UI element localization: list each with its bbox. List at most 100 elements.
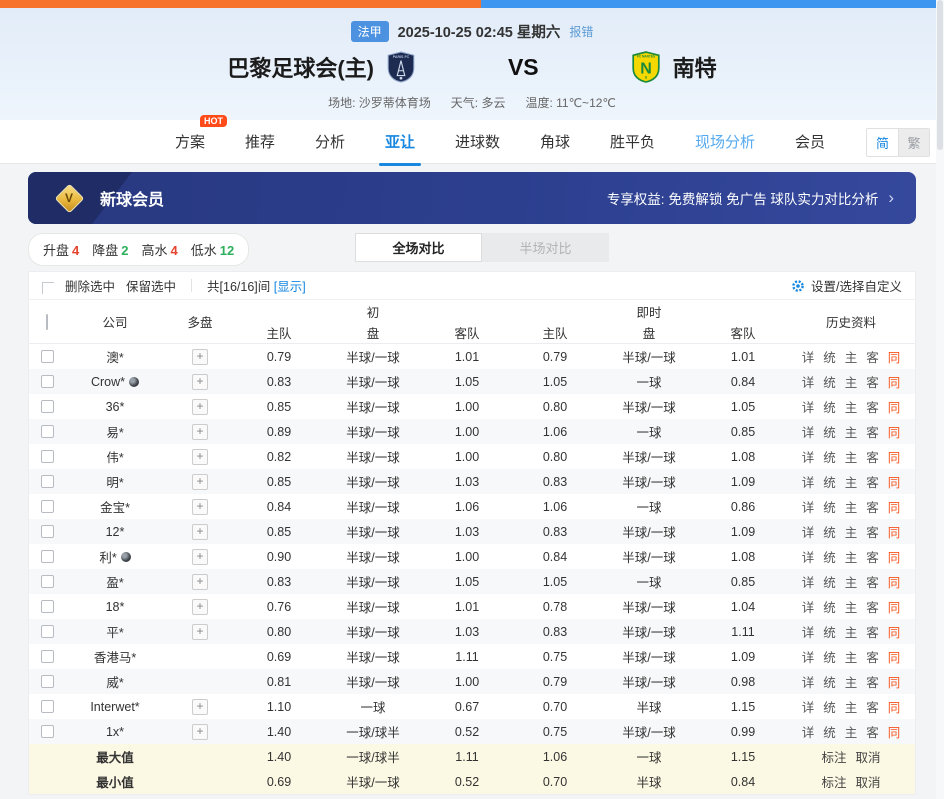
tab-live-analysis[interactable]: 现场分析 [693,127,757,156]
row-checkbox[interactable] [41,675,54,688]
history-home-link[interactable]: 主 [845,447,858,466]
tab-asian-handicap[interactable]: 亚让 [383,127,417,156]
tab-1x2[interactable]: 胜平负 [608,127,657,156]
history-home-link[interactable]: 主 [845,547,858,566]
multi-odds-button[interactable]: + [192,374,208,390]
history-away-link[interactable]: 客 [866,372,879,391]
multi-odds-button[interactable]: + [192,499,208,515]
history-away-link[interactable]: 客 [866,422,879,441]
history-away-link[interactable]: 客 [866,622,879,641]
row-checkbox[interactable] [41,450,54,463]
history-detail-link[interactable]: 详 [802,597,815,616]
history-same-link[interactable]: 同 [888,572,901,591]
history-away-link[interactable]: 客 [866,547,879,566]
keep-selected-button[interactable]: 保留选中 [126,276,176,295]
history-home-link[interactable]: 主 [845,697,858,716]
history-same-link[interactable]: 同 [888,672,901,691]
history-same-link[interactable]: 同 [888,472,901,491]
history-away-link[interactable]: 客 [866,697,879,716]
history-away-link[interactable]: 客 [866,722,879,741]
history-away-link[interactable]: 客 [866,397,879,416]
multi-odds-button[interactable]: + [192,549,208,565]
lang-simplified-button[interactable]: 简 [867,129,898,156]
history-away-link[interactable]: 客 [866,672,879,691]
history-same-link[interactable]: 同 [888,347,901,366]
history-stats-link[interactable]: 统 [823,722,836,741]
lang-traditional-button[interactable]: 繁 [898,129,929,156]
tab-membership[interactable]: 会员 [793,127,827,156]
history-stats-link[interactable]: 统 [823,497,836,516]
history-home-link[interactable]: 主 [845,722,858,741]
history-away-link[interactable]: 客 [866,497,879,516]
tab-plans[interactable]: 方案 HOT [173,127,207,156]
row-checkbox[interactable] [41,550,54,563]
delete-selected-button[interactable]: 删除选中 [65,276,115,295]
history-stats-link[interactable]: 统 [823,472,836,491]
history-stats-link[interactable]: 统 [823,597,836,616]
multi-odds-button[interactable]: + [192,474,208,490]
multi-odds-button[interactable]: + [192,424,208,440]
history-same-link[interactable]: 同 [888,597,901,616]
show-link[interactable]: [显示] [274,280,306,294]
history-detail-link[interactable]: 详 [802,522,815,541]
history-same-link[interactable]: 同 [888,647,901,666]
select-all-checkbox[interactable] [46,314,48,330]
history-detail-link[interactable]: 详 [802,472,815,491]
row-checkbox[interactable] [41,525,54,538]
multi-odds-button[interactable]: + [192,349,208,365]
row-checkbox[interactable] [41,400,54,413]
row-checkbox[interactable] [41,650,54,663]
history-same-link[interactable]: 同 [888,622,901,641]
tab-goals[interactable]: 进球数 [453,127,502,156]
mark-link[interactable]: 标注 [821,772,846,791]
multi-odds-button[interactable]: + [192,599,208,615]
history-detail-link[interactable]: 详 [802,622,815,641]
tab-corners[interactable]: 角球 [538,127,572,156]
history-stats-link[interactable]: 统 [823,522,836,541]
row-checkbox[interactable] [41,725,54,738]
history-home-link[interactable]: 主 [845,672,858,691]
row-checkbox[interactable] [41,625,54,638]
history-home-link[interactable]: 主 [845,597,858,616]
history-same-link[interactable]: 同 [888,372,901,391]
history-same-link[interactable]: 同 [888,397,901,416]
vip-membership-banner[interactable]: V 新球会员 专享权益: 免费解锁 免广告 球队实力对比分析 › [28,172,916,224]
history-away-link[interactable]: 客 [866,647,879,666]
history-detail-link[interactable]: 详 [802,647,815,666]
history-stats-link[interactable]: 统 [823,647,836,666]
history-away-link[interactable]: 客 [866,447,879,466]
history-stats-link[interactable]: 统 [823,447,836,466]
history-detail-link[interactable]: 详 [802,397,815,416]
history-away-link[interactable]: 客 [866,347,879,366]
history-home-link[interactable]: 主 [845,422,858,441]
history-detail-link[interactable]: 详 [802,347,815,366]
history-same-link[interactable]: 同 [888,447,901,466]
history-stats-link[interactable]: 统 [823,672,836,691]
row-checkbox[interactable] [41,350,54,363]
row-checkbox[interactable] [41,500,54,513]
scrollbar[interactable] [936,0,944,799]
multi-odds-button[interactable]: + [192,724,208,740]
tab-analysis[interactable]: 分析 [313,127,347,156]
history-detail-link[interactable]: 详 [802,672,815,691]
history-detail-link[interactable]: 详 [802,697,815,716]
history-stats-link[interactable]: 统 [823,572,836,591]
history-detail-link[interactable]: 详 [802,572,815,591]
row-checkbox[interactable] [41,375,54,388]
history-home-link[interactable]: 主 [845,622,858,641]
multi-odds-button[interactable]: + [192,524,208,540]
history-stats-link[interactable]: 统 [823,622,836,641]
select-partial-icon[interactable] [42,282,54,294]
row-checkbox[interactable] [41,425,54,438]
report-error-link[interactable]: 报错 [569,23,593,40]
tab-recommend[interactable]: 推荐 [243,127,277,156]
half-match-compare-tab[interactable]: 半场对比 [482,233,609,262]
cancel-link[interactable]: 取消 [856,747,881,766]
full-match-compare-tab[interactable]: 全场对比 [355,233,482,262]
history-same-link[interactable]: 同 [888,547,901,566]
history-same-link[interactable]: 同 [888,722,901,741]
cancel-link[interactable]: 取消 [856,772,881,791]
history-detail-link[interactable]: 详 [802,422,815,441]
history-detail-link[interactable]: 详 [802,447,815,466]
history-stats-link[interactable]: 统 [823,347,836,366]
